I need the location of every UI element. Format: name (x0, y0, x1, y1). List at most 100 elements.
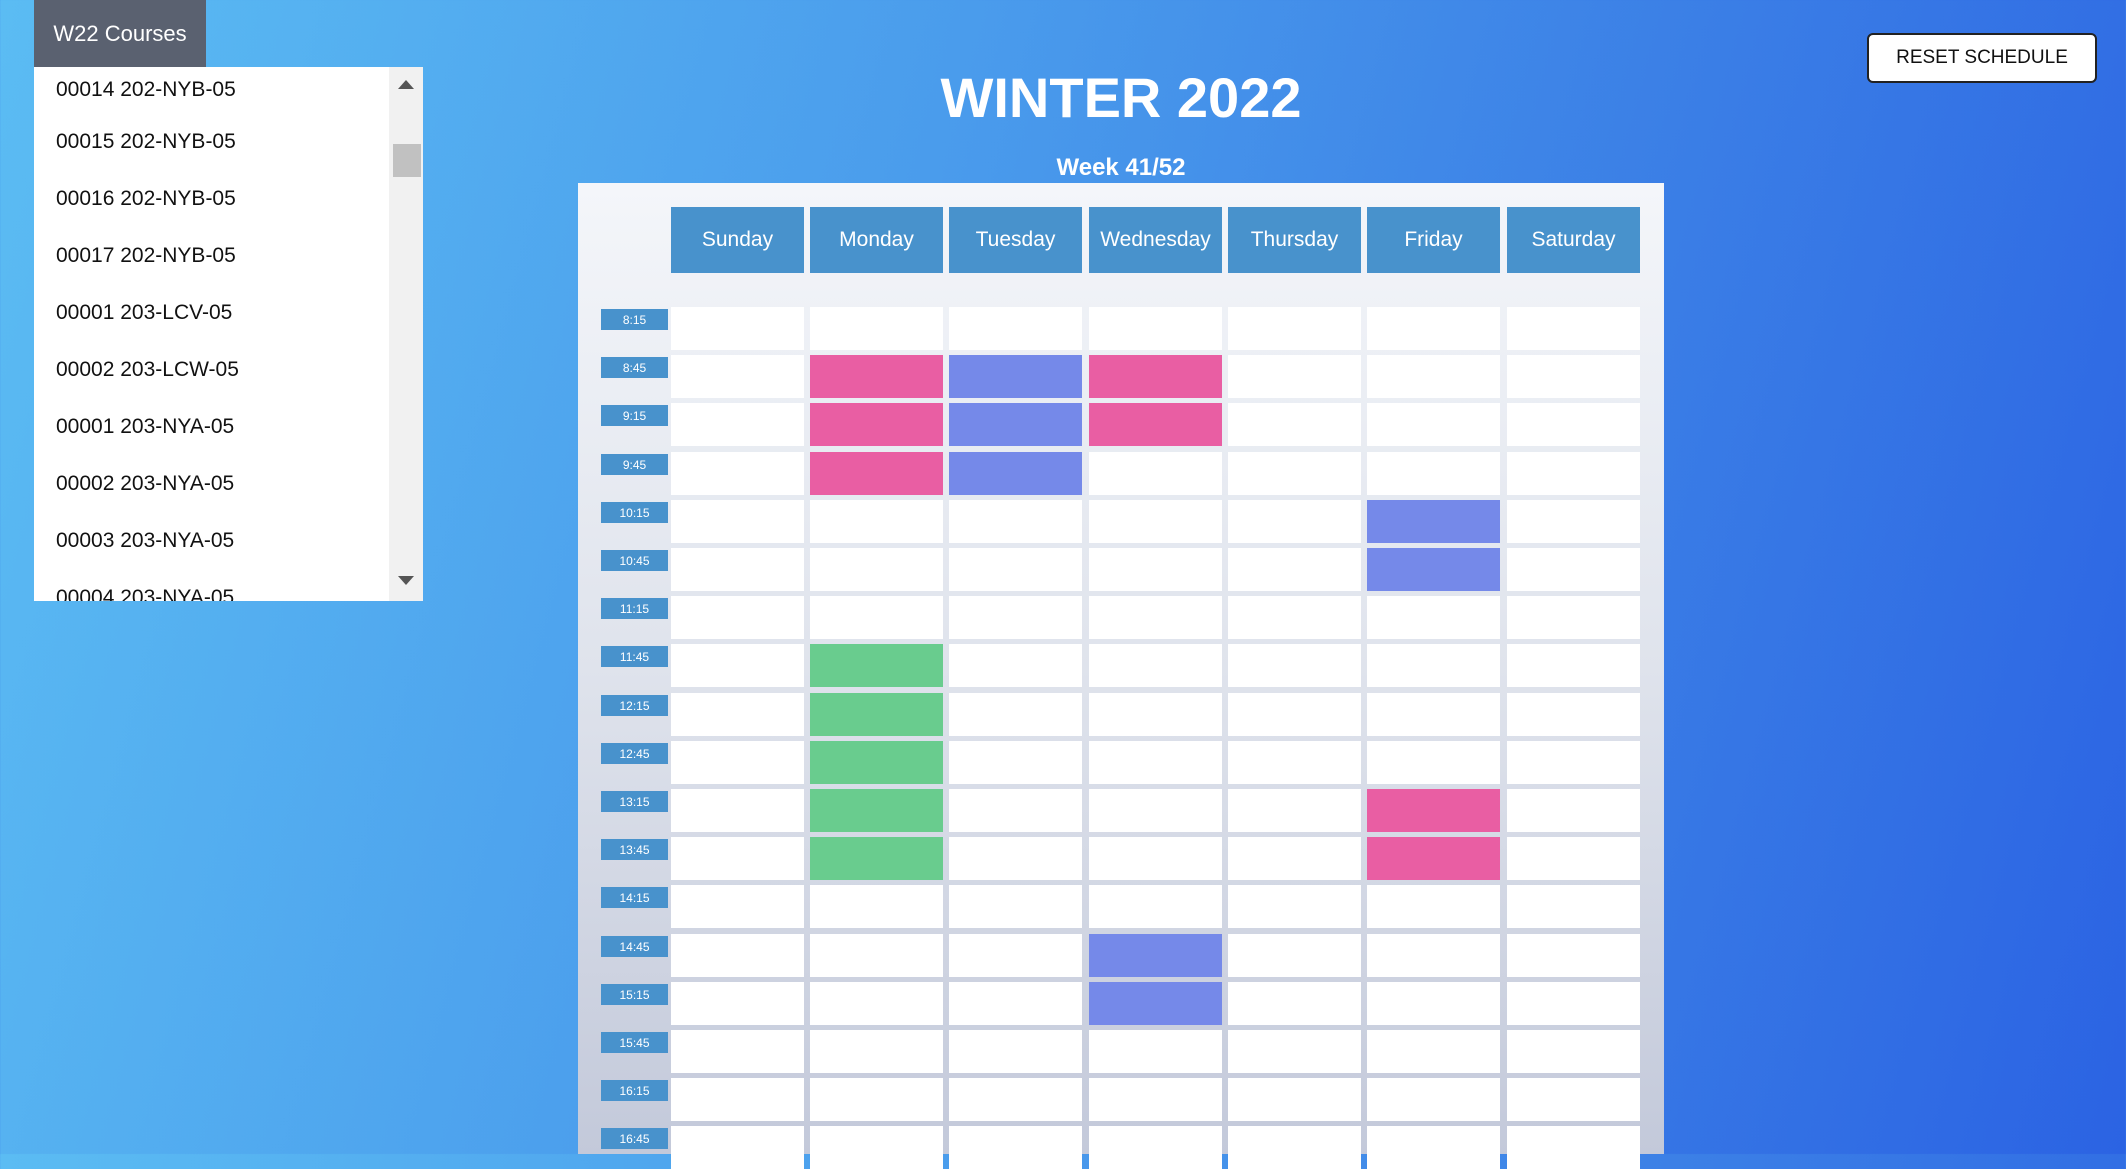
schedule-cell[interactable] (1367, 934, 1500, 977)
schedule-cell[interactable] (1228, 789, 1361, 832)
schedule-cell[interactable] (810, 500, 943, 543)
course-list-item[interactable]: 00002 203-LCW-05 (34, 341, 389, 398)
schedule-cell[interactable] (1367, 1030, 1500, 1073)
course-block[interactable] (810, 789, 943, 832)
schedule-cell[interactable] (1367, 693, 1500, 736)
schedule-cell[interactable] (810, 934, 943, 977)
schedule-cell[interactable] (1228, 500, 1361, 543)
schedule-cell[interactable] (1507, 1030, 1640, 1073)
schedule-cell[interactable] (810, 548, 943, 591)
schedule-cell[interactable] (1367, 596, 1500, 639)
schedule-cell[interactable] (949, 789, 1082, 832)
schedule-cell[interactable] (1507, 548, 1640, 591)
course-block[interactable] (949, 355, 1082, 398)
course-block[interactable] (810, 837, 943, 880)
course-block[interactable] (810, 452, 943, 495)
course-block[interactable] (1367, 789, 1500, 832)
schedule-cell[interactable] (1228, 1126, 1361, 1169)
course-list-item[interactable]: 00014 202-NYB-05 (34, 67, 389, 113)
schedule-cell[interactable] (671, 693, 804, 736)
schedule-cell[interactable] (671, 741, 804, 784)
course-block[interactable] (1367, 837, 1500, 880)
schedule-cell[interactable] (1089, 452, 1222, 495)
schedule-cell[interactable] (810, 1078, 943, 1121)
schedule-cell[interactable] (671, 548, 804, 591)
course-list-item[interactable]: 00017 202-NYB-05 (34, 227, 389, 284)
scroll-down-icon[interactable] (389, 571, 423, 591)
schedule-cell[interactable] (949, 837, 1082, 880)
schedule-cell[interactable] (1228, 982, 1361, 1025)
schedule-cell[interactable] (949, 500, 1082, 543)
schedule-cell[interactable] (949, 1078, 1082, 1121)
course-block[interactable] (810, 741, 943, 784)
schedule-cell[interactable] (1228, 596, 1361, 639)
course-block[interactable] (1367, 500, 1500, 543)
course-list-item[interactable]: 00004 203-NYA-05 (34, 569, 389, 601)
schedule-cell[interactable] (1507, 452, 1640, 495)
schedule-cell[interactable] (671, 1126, 804, 1169)
schedule-cell[interactable] (671, 307, 804, 350)
schedule-cell[interactable] (1228, 644, 1361, 687)
schedule-cell[interactable] (810, 596, 943, 639)
schedule-cell[interactable] (1367, 1126, 1500, 1169)
schedule-cell[interactable] (1228, 741, 1361, 784)
schedule-cell[interactable] (949, 596, 1082, 639)
course-block[interactable] (810, 403, 943, 446)
schedule-cell[interactable] (949, 741, 1082, 784)
schedule-cell[interactable] (1228, 693, 1361, 736)
schedule-cell[interactable] (949, 307, 1082, 350)
schedule-cell[interactable] (949, 1030, 1082, 1073)
schedule-cell[interactable] (1228, 452, 1361, 495)
schedule-cell[interactable] (1089, 1126, 1222, 1169)
schedule-cell[interactable] (1228, 548, 1361, 591)
schedule-cell[interactable] (1089, 837, 1222, 880)
course-list-item[interactable]: 00016 202-NYB-05 (34, 170, 389, 227)
schedule-cell[interactable] (1507, 500, 1640, 543)
schedule-cell[interactable] (671, 403, 804, 446)
course-list-item[interactable]: 00001 203-NYA-05 (34, 398, 389, 455)
schedule-cell[interactable] (1089, 596, 1222, 639)
course-list-panel[interactable]: 00014 202-NYB-05 00015 202-NYB-05 00016 20… (34, 67, 423, 601)
schedule-cell[interactable] (1089, 500, 1222, 543)
schedule-cell[interactable] (1228, 1078, 1361, 1121)
course-block[interactable] (949, 403, 1082, 446)
course-block[interactable] (1089, 934, 1222, 977)
schedule-cell[interactable] (1367, 741, 1500, 784)
course-list-item[interactable]: 00003 203-NYA-05 (34, 512, 389, 569)
schedule-cell[interactable] (1367, 1078, 1500, 1121)
schedule-cell[interactable] (1507, 403, 1640, 446)
schedule-cell[interactable] (1228, 355, 1361, 398)
schedule-cell[interactable] (1507, 1126, 1640, 1169)
course-list-scrollbar[interactable] (389, 67, 423, 601)
schedule-cell[interactable] (810, 307, 943, 350)
schedule-cell[interactable] (1507, 596, 1640, 639)
course-block[interactable] (1089, 355, 1222, 398)
schedule-cell[interactable] (1507, 837, 1640, 880)
schedule-cell[interactable] (949, 644, 1082, 687)
schedule-cell[interactable] (1507, 741, 1640, 784)
schedule-cell[interactable] (1507, 934, 1640, 977)
course-block[interactable] (810, 693, 943, 736)
schedule-cell[interactable] (1089, 548, 1222, 591)
schedule-cell[interactable] (810, 1126, 943, 1169)
schedule-cell[interactable] (1367, 355, 1500, 398)
schedule-cell[interactable] (1367, 307, 1500, 350)
schedule-cell[interactable] (671, 596, 804, 639)
schedule-cell[interactable] (1089, 307, 1222, 350)
scroll-up-icon[interactable] (389, 75, 423, 95)
schedule-cell[interactable] (1228, 403, 1361, 446)
schedule-cell[interactable] (1228, 934, 1361, 977)
course-list-item[interactable]: 00015 202-NYB-05 (34, 113, 389, 170)
schedule-cell[interactable] (671, 452, 804, 495)
schedule-cell[interactable] (671, 355, 804, 398)
schedule-cell[interactable] (671, 644, 804, 687)
schedule-cell[interactable] (1507, 644, 1640, 687)
schedule-cell[interactable] (1089, 741, 1222, 784)
schedule-cell[interactable] (810, 885, 943, 928)
schedule-cell[interactable] (1507, 789, 1640, 832)
schedule-cell[interactable] (1507, 982, 1640, 1025)
schedule-cell[interactable] (1089, 693, 1222, 736)
schedule-cell[interactable] (1367, 644, 1500, 687)
schedule-cell[interactable] (1089, 789, 1222, 832)
schedule-cell[interactable] (671, 885, 804, 928)
